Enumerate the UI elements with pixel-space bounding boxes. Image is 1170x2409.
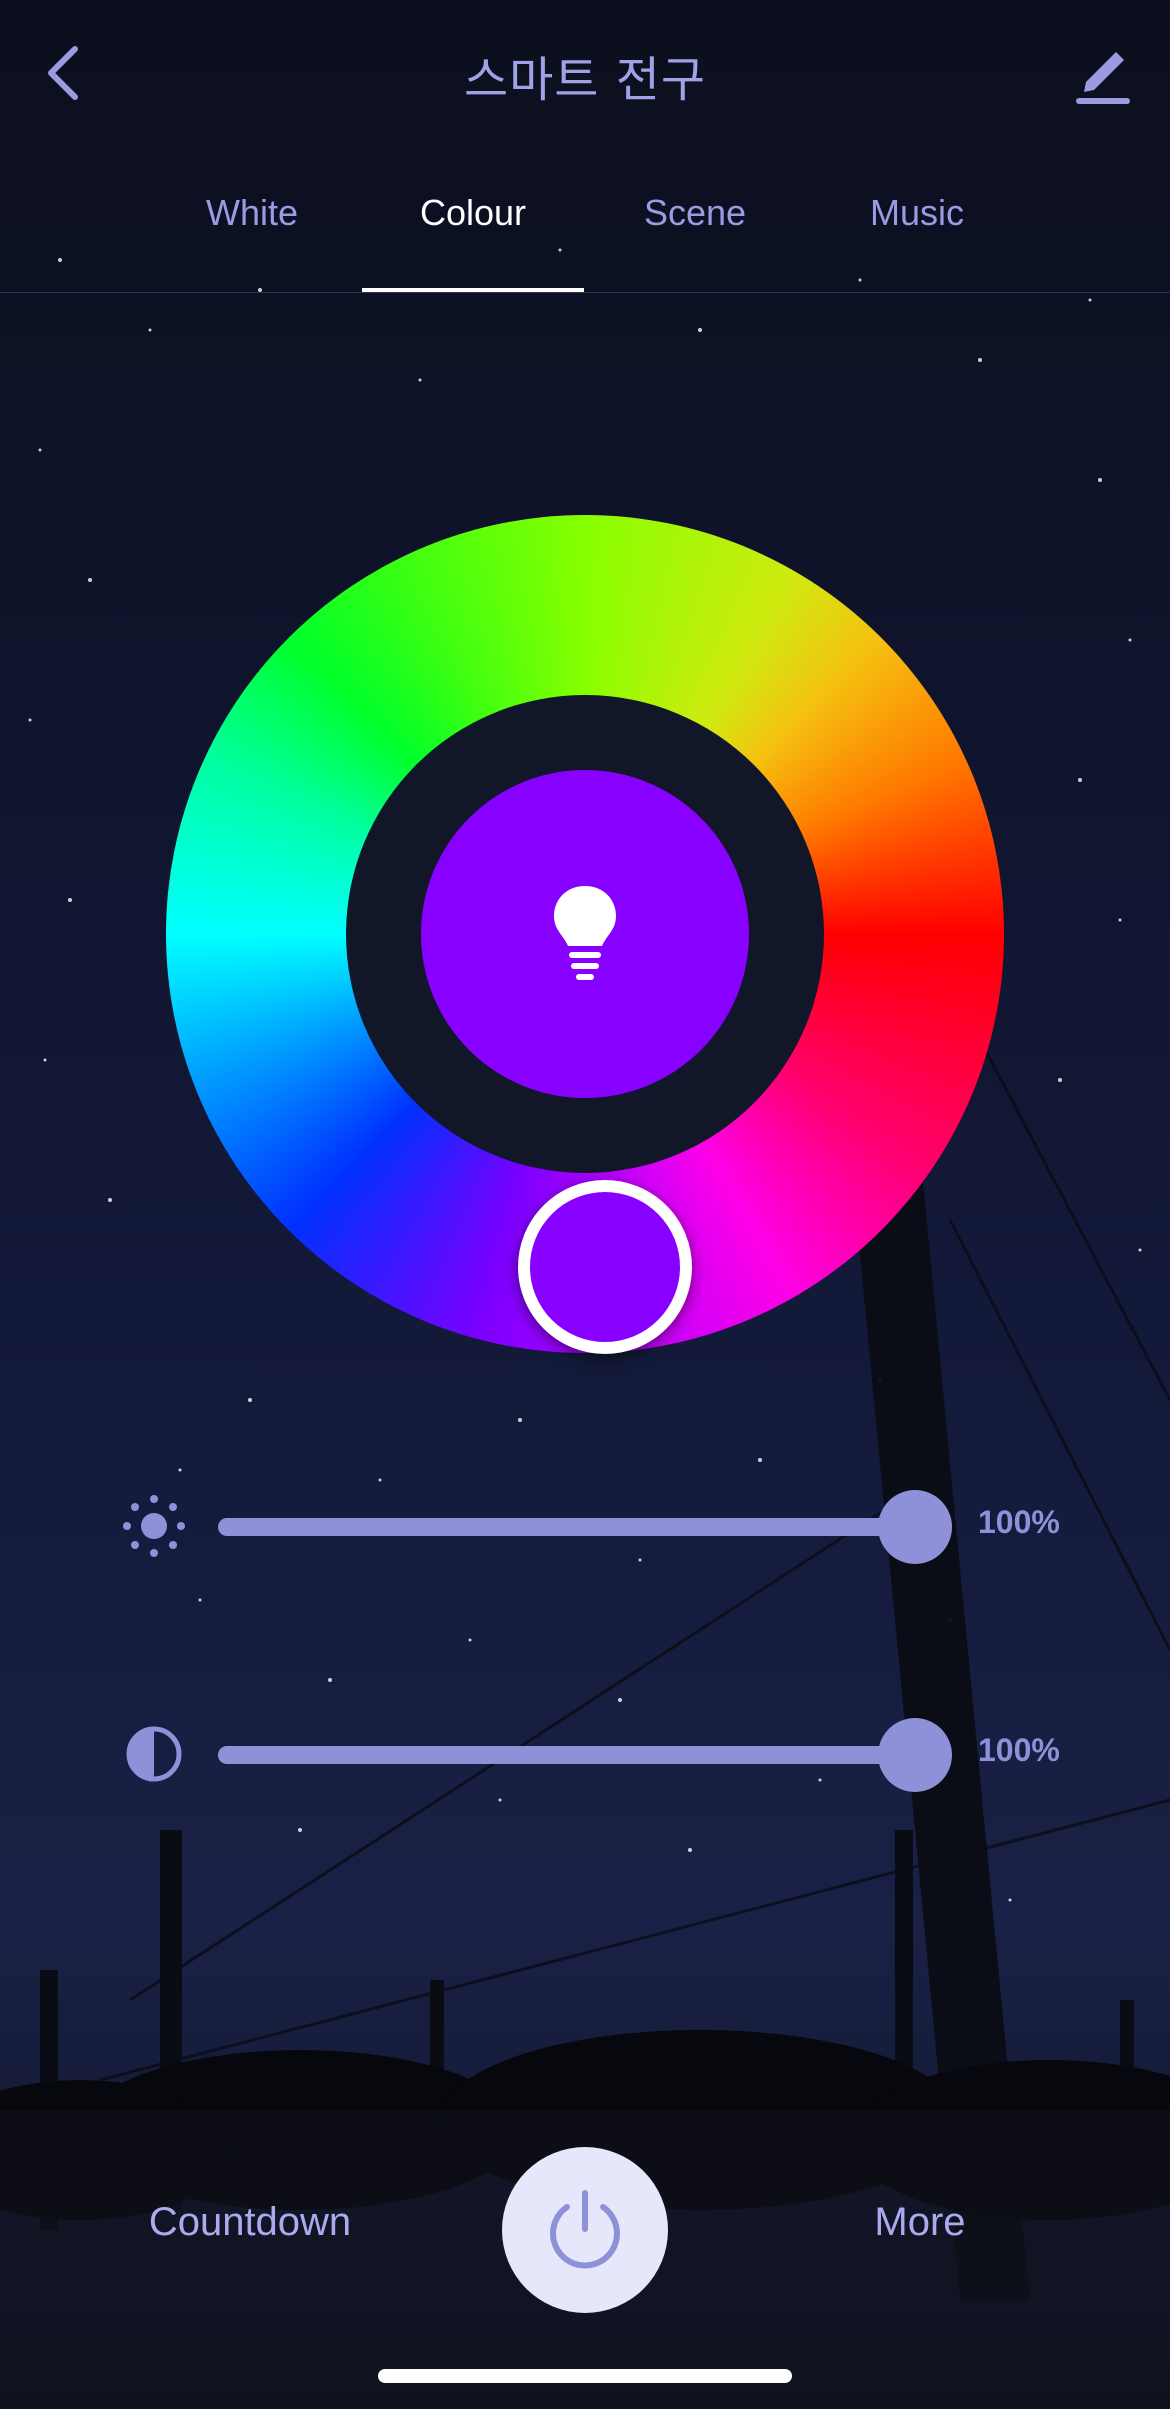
page-title: 스마트 전구 xyxy=(463,52,707,108)
tab-music[interactable]: Music xyxy=(807,192,1027,252)
tab-colour[interactable]: Colour xyxy=(363,192,583,252)
power-icon xyxy=(550,2190,620,2269)
power-button[interactable] xyxy=(502,2147,668,2313)
brightness-slider-thumb[interactable] xyxy=(878,1490,952,1564)
countdown-button[interactable]: Countdown xyxy=(120,2200,380,2245)
selected-color-preview xyxy=(421,770,749,1098)
saturation-slider-row: 100% xyxy=(120,1710,1080,1792)
sun-icon xyxy=(120,1492,188,1560)
contrast-icon xyxy=(120,1720,188,1788)
saturation-value: 100% xyxy=(978,1732,1060,1768)
color-wheel[interactable] xyxy=(166,515,1004,1354)
saturation-slider-thumb[interactable] xyxy=(878,1718,952,1792)
lightbulb-icon xyxy=(554,886,616,980)
saturation-slider-fill xyxy=(218,1746,938,1764)
home-indicator[interactable] xyxy=(378,2369,792,2383)
tab-white[interactable]: White xyxy=(142,192,362,252)
brightness-slider[interactable] xyxy=(218,1490,952,1564)
more-button[interactable]: More xyxy=(820,2200,1020,2245)
brightness-slider-fill xyxy=(218,1518,938,1536)
saturation-slider[interactable] xyxy=(218,1718,952,1792)
brightness-value: 100% xyxy=(978,1504,1060,1540)
active-tab-indicator xyxy=(362,288,584,292)
pencil-icon xyxy=(1076,52,1130,104)
header: 스마트 전구 xyxy=(0,0,1170,150)
edit-button[interactable] xyxy=(1072,40,1132,106)
bottom-bar: Countdown More xyxy=(0,2110,1170,2409)
brightness-slider-row: 100% xyxy=(120,1482,1080,1564)
mode-tabs: White Colour Scene Music xyxy=(0,180,1170,293)
tab-scene[interactable]: Scene xyxy=(585,192,805,252)
color-picker-handle[interactable] xyxy=(518,1180,692,1354)
